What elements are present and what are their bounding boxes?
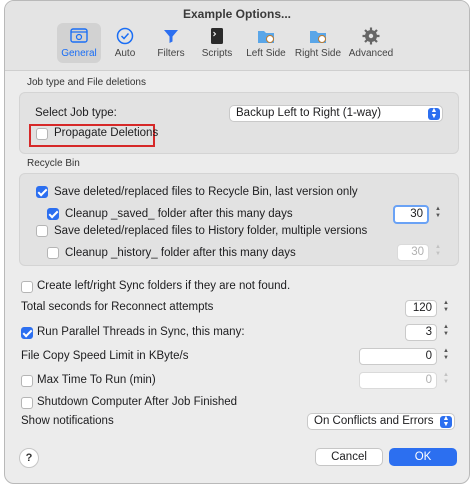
- create-folders-checkbox[interactable]: [21, 281, 33, 293]
- recycle-section-label: Recycle Bin: [27, 158, 80, 169]
- gear-icon: [362, 27, 380, 45]
- tab-label: Advanced: [348, 48, 394, 59]
- reconnect-label: Total seconds for Reconnect attempts: [21, 301, 214, 313]
- cleanup-saved-label: Cleanup _saved_ folder after this many d…: [65, 208, 293, 220]
- reconnect-seconds-input[interactable]: 120: [405, 300, 437, 317]
- toolbar: Example Options... General Auto Filters …: [5, 1, 469, 71]
- parallel-threads-checkbox[interactable]: [21, 327, 33, 339]
- speed-limit-input[interactable]: 0: [359, 348, 437, 365]
- save-recycle-checkbox[interactable]: [36, 186, 48, 198]
- tab-scripts[interactable]: Scripts: [195, 23, 239, 63]
- tab-general[interactable]: General: [57, 23, 101, 63]
- notifications-select[interactable]: On Conflicts and Errors ▲ ▼: [307, 413, 455, 430]
- help-button[interactable]: ?: [19, 448, 39, 468]
- tab-label: Right Side: [294, 48, 342, 59]
- folder-clock-icon: [258, 31, 274, 43]
- save-history-label: Save deleted/replaced files to History f…: [54, 225, 368, 237]
- tab-auto[interactable]: Auto: [103, 23, 147, 63]
- create-folders-label: Create left/right Sync folders if they a…: [37, 280, 291, 292]
- cleanup-history-checkbox[interactable]: [47, 247, 59, 259]
- tab-left-side[interactable]: Left Side: [241, 23, 291, 63]
- tab-label: General: [61, 48, 97, 59]
- tab-label: Auto: [114, 48, 136, 59]
- save-recycle-label: Save deleted/replaced files to Recycle B…: [54, 186, 358, 198]
- max-time-stepper[interactable]: ▲ ▼: [441, 372, 451, 389]
- folder-clock-icon: [310, 31, 326, 43]
- terminal-icon: [211, 28, 223, 44]
- job-type-value: Backup Left to Right (1-way): [236, 107, 382, 119]
- tab-right-side[interactable]: Right Side: [293, 23, 343, 63]
- save-history-checkbox[interactable]: [36, 225, 48, 237]
- cancel-button[interactable]: Cancel: [315, 448, 383, 466]
- max-time-input[interactable]: 0: [359, 372, 437, 389]
- job-type-label: Select Job type:: [35, 107, 117, 119]
- max-time-checkbox[interactable]: [21, 375, 33, 387]
- parallel-threads-label: Run Parallel Threads in Sync, this many:: [37, 326, 245, 338]
- parallel-threads-input[interactable]: 3: [405, 324, 437, 341]
- max-time-label: Max Time To Run (min): [37, 374, 156, 386]
- cleanup-history-days-input[interactable]: 30: [397, 244, 429, 261]
- parallel-threads-stepper[interactable]: ▲ ▼: [441, 324, 451, 341]
- tab-advanced[interactable]: Advanced: [345, 23, 397, 63]
- reconnect-stepper[interactable]: ▲ ▼: [441, 300, 451, 317]
- tab-filters[interactable]: Filters: [149, 23, 193, 63]
- notifications-value: On Conflicts and Errors: [314, 415, 434, 427]
- tab-label: Left Side: [246, 48, 286, 59]
- tab-bar: General Auto Filters Scripts Left Side R…: [57, 23, 399, 63]
- job-section-label: Job type and File deletions: [27, 77, 146, 88]
- speed-limit-stepper[interactable]: ▲ ▼: [441, 348, 451, 365]
- cleanup-history-stepper[interactable]: ▲ ▼: [433, 244, 443, 261]
- funnel-icon: [164, 30, 178, 43]
- clock-check-icon: [116, 27, 134, 45]
- speed-limit-label: File Copy Speed Limit in KByte/s: [21, 350, 189, 362]
- tab-label: Filters: [157, 48, 185, 59]
- job-type-select[interactable]: Backup Left to Right (1-way) ▲ ▼: [229, 105, 443, 122]
- notifications-label: Show notifications: [21, 415, 114, 427]
- cleanup-saved-days-input[interactable]: 30: [393, 205, 429, 224]
- shutdown-label: Shutdown Computer After Job Finished: [37, 396, 238, 408]
- chevron-updown-icon: ▲ ▼: [428, 107, 440, 120]
- chevron-updown-icon: ▲ ▼: [440, 415, 452, 428]
- options-dialog: Example Options... General Auto Filters …: [4, 0, 470, 484]
- ok-button[interactable]: OK: [389, 448, 457, 466]
- cleanup-saved-checkbox[interactable]: [47, 208, 59, 220]
- propagate-deletions-label: Propagate Deletions: [54, 127, 159, 139]
- window-title: Example Options...: [182, 7, 292, 21]
- shutdown-checkbox[interactable]: [21, 397, 33, 409]
- cleanup-history-label: Cleanup _history_ folder after this many…: [65, 247, 296, 259]
- gear-window-icon: [70, 28, 88, 43]
- tab-label: Scripts: [201, 48, 233, 59]
- cleanup-saved-stepper[interactable]: ▲ ▼: [433, 206, 443, 223]
- propagate-deletions-checkbox[interactable]: [36, 128, 48, 140]
